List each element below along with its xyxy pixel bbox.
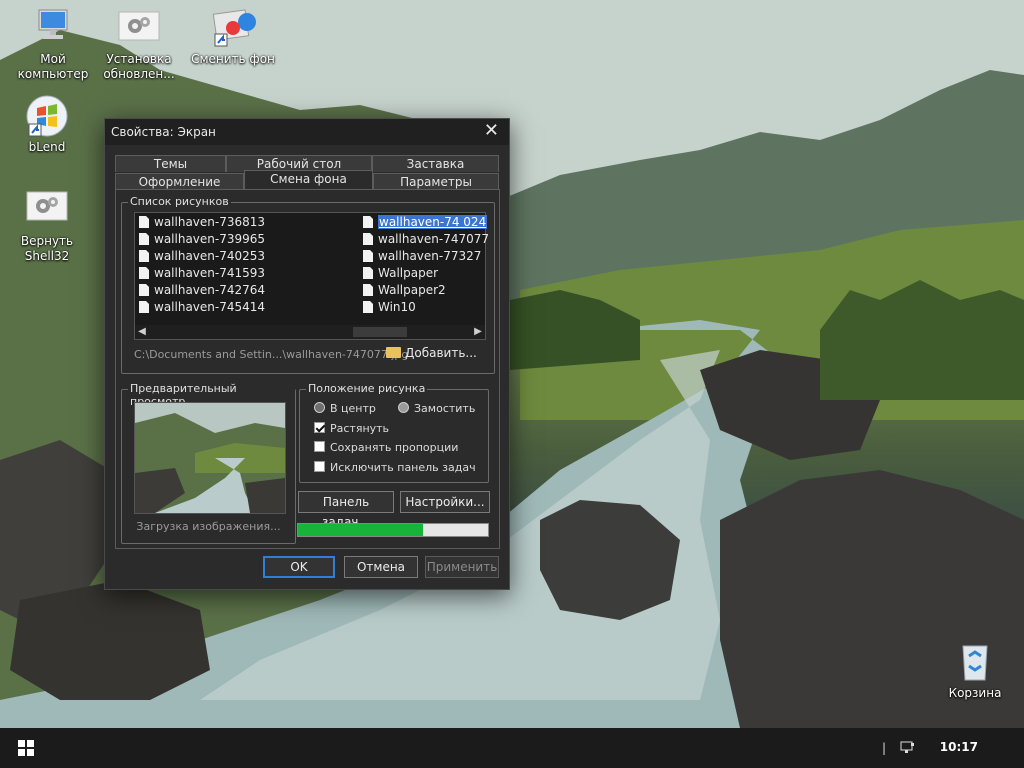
progress-bar xyxy=(297,523,489,537)
image-listbox[interactable]: wallhaven-736813 wallhaven-739965 wallha… xyxy=(134,212,489,340)
tab-settings[interactable]: Параметры xyxy=(373,173,499,190)
display-properties-dialog: Свойства: Экран ✕ Темы Рабочий стол Заст… xyxy=(104,118,510,590)
windows-orb-icon xyxy=(25,94,69,138)
tile-radio[interactable]: Замостить xyxy=(398,402,475,415)
close-icon[interactable]: ✕ xyxy=(484,120,499,141)
file-icon xyxy=(363,284,373,296)
desktop-icon-my-computer[interactable]: Мой компьютер xyxy=(10,6,96,82)
tab-panel: Список рисунков wallhaven-736813 wallhav… xyxy=(115,189,500,549)
file-icon xyxy=(139,216,149,228)
file-icon xyxy=(139,250,149,262)
file-icon xyxy=(139,301,149,313)
file-icon xyxy=(139,284,149,296)
stretch-checkbox[interactable]: Растянуть xyxy=(314,422,389,435)
scroll-left-icon[interactable]: ◀ xyxy=(135,325,149,339)
list-item[interactable]: wallhaven-739965 xyxy=(139,231,265,248)
list-item[interactable]: wallhaven-741593 xyxy=(139,265,265,282)
file-icon xyxy=(363,233,373,245)
checkbox-icon xyxy=(314,441,325,452)
apply-button[interactable]: Применить xyxy=(425,556,499,578)
ok-button[interactable]: OK xyxy=(263,556,335,578)
file-icon xyxy=(363,267,373,279)
dialog-title: Свойства: Экран xyxy=(111,125,216,139)
list-item[interactable]: wallhaven-740253 xyxy=(139,248,265,265)
horizontal-scrollbar[interactable]: ◀ ▶ xyxy=(135,325,485,339)
scroll-right-icon[interactable]: ▶ xyxy=(471,325,485,339)
gears-icon xyxy=(117,6,161,50)
file-icon xyxy=(139,233,149,245)
desktop-icon-label: bLend xyxy=(28,140,66,154)
desktop-icon-label: Корзина xyxy=(948,686,1002,700)
network-icon[interactable] xyxy=(900,741,916,758)
list-item[interactable]: wallhaven-77327 xyxy=(363,248,481,265)
taskbar-clock[interactable]: 10:17 xyxy=(940,740,978,754)
keep-ratio-checkbox[interactable]: Сохранять пропорции xyxy=(314,441,458,454)
desktop-icon-install-updates[interactable]: Установка обновлен... xyxy=(96,6,182,82)
desktop-icon-label: Установка обновлен... xyxy=(103,52,175,81)
taskbar-button[interactable]: Панель задач... xyxy=(298,491,394,529)
desktop-icon-recycle-bin[interactable]: Корзина xyxy=(932,640,1018,701)
progress-fill xyxy=(298,524,424,536)
windows-logo-icon xyxy=(18,740,34,756)
add-button[interactable]: Добавить... xyxy=(386,346,477,360)
checkbox-icon xyxy=(314,461,325,472)
tab-appearance[interactable]: Оформление xyxy=(115,173,244,190)
scrollbar-thumb[interactable] xyxy=(353,327,407,337)
center-radio[interactable]: В центр xyxy=(314,402,376,415)
checkbox-checked-icon xyxy=(314,422,325,433)
list-item[interactable]: Wallpaper2 xyxy=(363,282,446,299)
file-icon xyxy=(363,301,373,313)
file-icon xyxy=(363,216,373,228)
selected-file-path: C:\Documents and Settin...\wallhaven-747… xyxy=(134,348,409,361)
list-item[interactable]: Win10 xyxy=(363,299,416,316)
desktop-icon-change-wallpaper[interactable]: Сменить фон xyxy=(190,6,276,67)
dialog-titlebar[interactable]: Свойства: Экран ✕ xyxy=(105,119,509,145)
folder-icon xyxy=(386,347,401,358)
taskbar: | 10:17 xyxy=(0,728,1024,768)
computer-icon xyxy=(31,6,75,50)
desktop-icon-restore-shell32[interactable]: Вернуть Shell32 xyxy=(4,188,90,264)
list-item[interactable]: wallhaven-745414 xyxy=(139,299,265,316)
desktop-icon-label: Сменить фон xyxy=(191,52,275,66)
file-icon xyxy=(139,267,149,279)
file-icon xyxy=(363,250,373,262)
cancel-button[interactable]: Отмена xyxy=(344,556,418,578)
gears-icon xyxy=(25,188,69,232)
recycle-bin-icon xyxy=(953,640,997,684)
tab-change-wallpaper[interactable]: Смена фона xyxy=(244,170,373,190)
radio-icon xyxy=(398,402,409,413)
radio-selected-icon xyxy=(314,402,325,413)
desktop-icon-label: Мой компьютер xyxy=(17,52,89,81)
list-item[interactable]: wallhaven-736813 xyxy=(139,214,265,231)
list-item[interactable]: Wallpaper xyxy=(363,265,438,282)
tray-divider-icon: | xyxy=(882,741,887,755)
change-wallpaper-icon xyxy=(211,6,256,50)
list-item[interactable]: wallhaven-742764 xyxy=(139,282,265,299)
preview-status: Загрузка изображения... xyxy=(136,520,281,533)
tab-themes[interactable]: Темы xyxy=(115,155,226,172)
settings-button[interactable]: Настройки... xyxy=(400,491,490,513)
wallpaper-preview xyxy=(134,402,286,514)
list-item-selected[interactable]: wallhaven-74 024 xyxy=(363,214,488,231)
picture-position-legend: Положение рисунка xyxy=(306,382,428,395)
tab-screensaver[interactable]: Заставка xyxy=(372,155,499,172)
desktop-icon-label: Вернуть Shell32 xyxy=(20,234,74,263)
list-item[interactable]: wallhaven-747077 xyxy=(363,231,489,248)
image-list-group: Список рисунков wallhaven-736813 wallhav… xyxy=(121,195,495,374)
image-list-legend: Список рисунков xyxy=(128,195,231,208)
preview-group: Предварительный просмотр Загрузка изобра… xyxy=(121,382,296,544)
start-button[interactable] xyxy=(18,740,34,756)
picture-position-group: Положение рисунка В центр Замостить Раст… xyxy=(299,382,489,483)
desktop-icon-blend[interactable]: bLend xyxy=(4,94,90,155)
exclude-taskbar-checkbox[interactable]: Исключить панель задач xyxy=(314,461,476,474)
